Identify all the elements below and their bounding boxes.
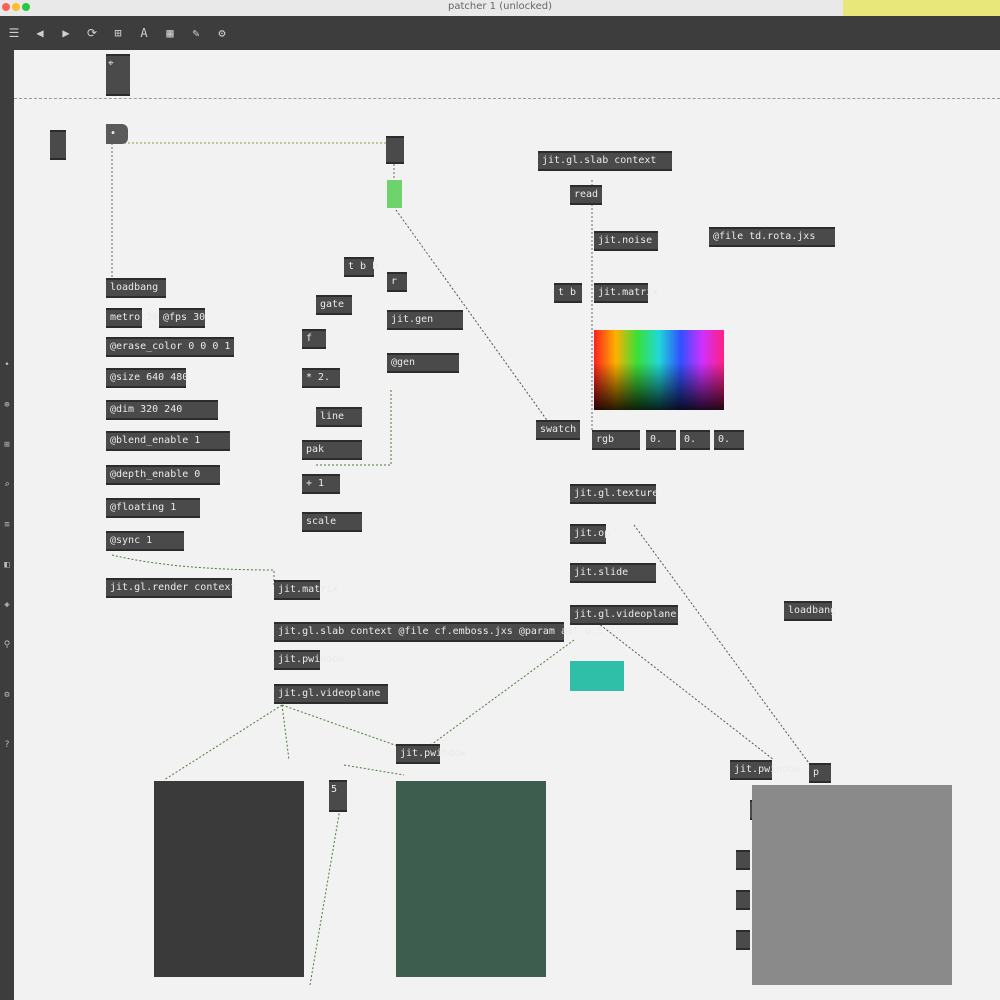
patch-cord [281,704,290,761]
title-highlight [843,0,1000,16]
object-box[interactable]: ⌖ [106,54,130,96]
file-param-object[interactable]: @file td.rota.jxs [709,227,835,247]
jit-gl-videoplane-object[interactable]: jit.gl.videoplane [274,684,388,704]
param-object[interactable]: @dim 320 240 [106,400,218,420]
sidebar-item-icon[interactable]: ⚙ [0,690,14,700]
subpatch-object[interactable]: p [809,763,831,783]
toggle-on[interactable] [387,180,402,208]
forward-icon[interactable]: ▶ [54,21,78,45]
sidebar-item-icon[interactable]: ⌕ [0,480,14,490]
object-box[interactable] [386,136,404,164]
rgb-label[interactable]: rgb [592,430,640,450]
read-object[interactable]: read [570,185,602,205]
param-object[interactable]: @blend_enable 1 [106,431,230,451]
patch-cord [423,639,575,751]
patch-cord [309,784,345,986]
object-box[interactable]: * 2. [302,368,340,388]
trigger-object[interactable]: t b [554,283,582,303]
jit-pwindow-object[interactable]: jit.pwindow [274,650,344,670]
sidebar-item-icon[interactable]: ⊞ [0,440,14,450]
jit-gl-slab-object[interactable]: jit.gl.slab context @file cf.emboss.jxs … [274,622,603,642]
sidebar-item-icon[interactable]: ◧ [0,560,14,570]
jit-slide-object[interactable]: jit.slide [570,563,656,583]
color-picker[interactable] [594,330,724,410]
object-box[interactable] [736,850,750,870]
object-box[interactable]: + 1 [302,474,340,494]
object-box[interactable]: @gen [387,353,459,373]
text-icon[interactable]: A [132,21,156,45]
sidebar-item-icon[interactable]: ? [0,740,14,750]
jit-pwindow-viewer[interactable] [154,781,304,977]
sidebar-item-icon[interactable]: ≡ [0,520,14,530]
table-icon[interactable]: ▦ [158,21,182,45]
patch-cord [163,704,283,781]
jit-matrix-object[interactable]: jit.matrix [274,580,338,600]
param-object[interactable]: @size 640 480 [106,368,188,388]
left-sidebar: • ⊕ ⊞ ⌕ ≡ ◧ ◈ ⚲ ⚙ ? [0,50,14,1000]
object-box[interactable]: f [302,329,326,349]
sidebar-item-icon[interactable]: ⚲ [0,640,14,650]
object-box[interactable]: r [387,272,407,292]
object-box[interactable] [50,130,66,160]
sidebar-item-icon[interactable]: ◈ [0,600,14,610]
object-box[interactable] [736,930,750,950]
object-box[interactable]: jit.gen [387,310,463,330]
jit-gl-texture-object[interactable]: jit.gl.texture [570,484,658,504]
bang-button[interactable]: • [106,124,128,144]
jit-noise-object[interactable]: jit.noise [594,231,658,251]
object-box[interactable]: line [316,407,362,427]
title-bar: patcher 1 (unlocked) [0,0,1000,17]
param-object[interactable]: @erase_color 0 0 0 1 [106,337,234,357]
param-object[interactable]: @floating 1 [106,498,200,518]
sidebar-item-icon[interactable]: • [0,360,14,370]
gear-icon[interactable]: ⚙ [210,21,234,45]
patcher-toolbar: ☰ ◀ ▶ ⟳ ⊞ A ▦ ✎ ⚙ [0,16,1000,50]
color-swatch[interactable] [570,661,624,691]
number-box[interactable]: 5 [329,780,347,812]
jit-matrix-object[interactable]: jit.matrix [594,283,658,303]
metro-object[interactable]: metro 30 [106,308,158,328]
jit-gl-render-object[interactable]: jit.gl.render context [106,578,236,598]
loadbang-object[interactable]: loadbang [106,278,166,298]
object-box[interactable]: scale [302,512,362,532]
patch-cord [343,764,405,776]
param-object[interactable]: @fps 30 [159,308,205,328]
number-box[interactable]: 0. [680,430,710,450]
edit-icon[interactable]: ✎ [184,21,208,45]
patch-cord [633,524,815,771]
param-object[interactable]: @depth_enable 0 [106,465,220,485]
jit-pwindow-viewer[interactable] [396,781,546,977]
object-box[interactable] [736,890,750,910]
jit-gl-slab-object[interactable]: jit.gl.slab context [538,151,672,171]
jit-pwindow-viewer[interactable] [752,785,952,985]
loadbang-object[interactable]: loadbang [784,601,836,621]
param-object[interactable]: @sync 1 [106,531,184,551]
grid-icon[interactable]: ⊞ [106,21,130,45]
object-box[interactable]: swatch [536,420,580,440]
jit-pwindow-object[interactable]: jit.pwindow [396,744,466,764]
object-box[interactable]: pak [302,440,362,460]
patcher-canvas[interactable]: ⌖ • loadbang metro 30 @fps 30 @erase_col… [14,50,1000,1000]
object-box[interactable]: gate [316,295,352,315]
number-box[interactable]: 0. [646,430,676,450]
back-icon[interactable]: ◀ [28,21,52,45]
number-box[interactable]: 0. [714,430,744,450]
object-box[interactable]: t b b [344,257,378,277]
menu-icon[interactable]: ☰ [2,21,26,45]
jit-op-object[interactable]: jit.op [570,524,610,544]
object-label: ⌖ [108,58,114,69]
patch-cord [281,704,410,751]
refresh-icon[interactable]: ⟳ [80,21,104,45]
jit-gl-videoplane-object[interactable]: jit.gl.videoplane [570,605,678,625]
jit-pwindow-object[interactable]: jit.pwindow [730,760,800,780]
sidebar-item-icon[interactable]: ⊕ [0,400,14,410]
